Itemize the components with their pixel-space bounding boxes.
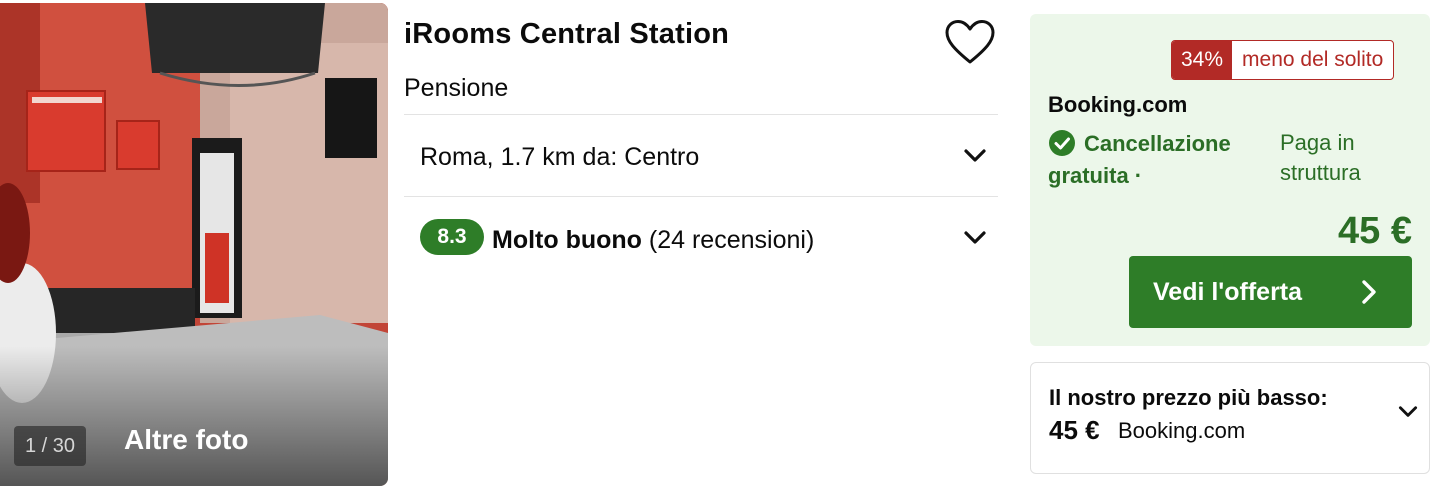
divider — [404, 196, 998, 197]
offer-panel: 34% meno del solito Booking.com Cancella… — [1030, 14, 1430, 346]
view-offer-label: Vedi l'offerta — [1153, 277, 1303, 306]
favorite-button[interactable] — [944, 19, 996, 67]
chevron-down-icon — [1398, 406, 1418, 417]
divider — [404, 114, 998, 115]
lowest-price-box[interactable]: Il nostro prezzo più basso: 45 € Booking… — [1030, 362, 1430, 474]
accommodation-type: Pensione — [404, 74, 509, 102]
lowest-price-label: Il nostro prezzo più basso: — [1049, 385, 1328, 410]
rating-row[interactable]: 8.3 Molto buono (24 recensioni) — [404, 198, 998, 278]
location-text: Roma, 1.7 km da: Centro — [420, 143, 700, 171]
pay-at-property: Paga in struttura — [1280, 130, 1361, 185]
lowest-price-provider: Booking.com — [1118, 418, 1246, 443]
location-row[interactable]: Roma, 1.7 km da: Centro — [404, 116, 998, 196]
check-circle-icon — [1049, 130, 1075, 156]
offer-provider: Booking.com — [1048, 92, 1188, 117]
hotel-name[interactable]: iRooms Central Station — [404, 18, 729, 51]
chevron-down-icon — [964, 231, 986, 244]
chevron-right-icon — [1362, 280, 1376, 304]
lowest-price-value: 45 € — [1049, 415, 1100, 445]
photo-counter: 1 / 30 — [14, 426, 86, 466]
deal-text: meno del solito — [1242, 48, 1384, 71]
review-count: (24 recensioni) — [648, 226, 815, 254]
view-offer-button[interactable]: Vedi l'offerta — [1129, 256, 1412, 328]
rating-score-badge: 8.3 — [420, 219, 484, 255]
free-cancellation: Cancellazione gratuita · — [1048, 128, 1258, 192]
chevron-down-icon — [964, 149, 986, 162]
heart-icon — [945, 20, 995, 64]
rating-text: Molto buono (24 recensioni) — [492, 226, 814, 255]
deal-badge: 34% meno del solito — [1171, 40, 1395, 80]
hotel-photo[interactable]: 1 / 30 Altre foto — [0, 3, 388, 486]
deal-percent: 34% — [1172, 41, 1233, 79]
more-photos-link[interactable]: Altre foto — [124, 424, 248, 456]
offer-price: 45 € — [1338, 210, 1412, 252]
rating-label: Molto buono — [492, 226, 642, 254]
